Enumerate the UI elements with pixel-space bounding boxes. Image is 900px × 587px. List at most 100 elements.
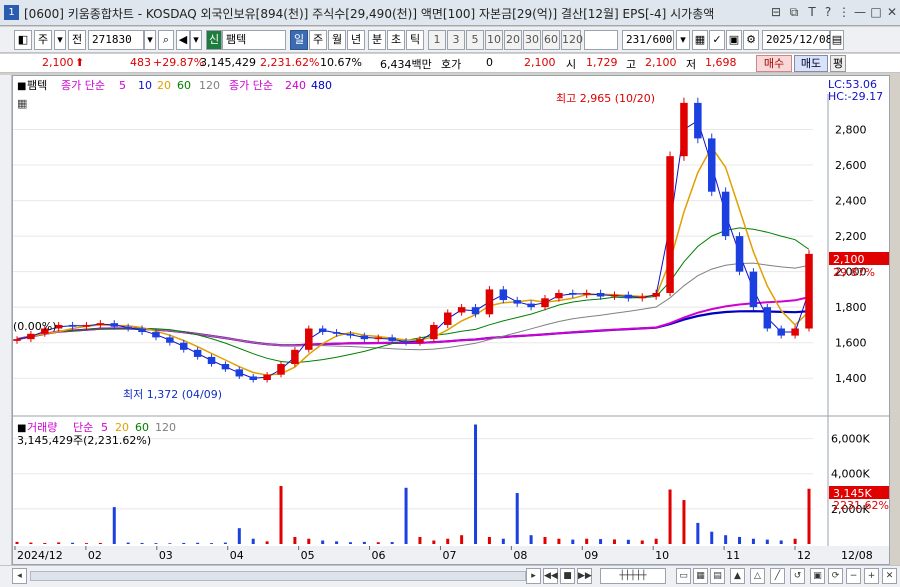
stock-code-input[interactable]: 271830 <box>88 30 144 50</box>
save-icon[interactable]: ▣ <box>726 30 742 50</box>
grid-button[interactable]: ▦ <box>693 568 708 584</box>
code-dropdown-icon[interactable]: ▾ <box>144 30 156 50</box>
minute-20-button[interactable]: 20 <box>504 30 522 50</box>
up-arrow-icon: ⬆ <box>75 56 85 69</box>
prev-button[interactable]: 전 <box>68 30 86 50</box>
rewind-button[interactable]: ◀◀ <box>543 568 558 584</box>
chart-type-button[interactable]: ▲ <box>730 568 745 584</box>
speaker-dropdown-icon[interactable]: ▾ <box>190 30 202 50</box>
more-icon[interactable]: ⋮ <box>836 4 852 20</box>
buy-button[interactable]: 매수 <box>756 55 792 72</box>
zoom-out-button[interactable]: − <box>846 568 861 584</box>
chevron-down-icon[interactable]: ▾ <box>54 30 66 50</box>
panel-button[interactable]: ▤ <box>710 568 725 584</box>
maximize-icon[interactable]: □ <box>868 4 884 20</box>
sell-button[interactable]: 매도 <box>794 55 828 72</box>
tools-icon[interactable]: ✓ <box>709 30 725 50</box>
title-bar: 1 [0600] 키움종합차트 - KOSDAQ 외국인보유[894(천)] 주… <box>0 0 900 26</box>
x-tick-label: 10 <box>655 549 669 562</box>
calendar-icon[interactable]: ▤ <box>830 30 844 50</box>
tab-tick[interactable]: 틱 <box>406 30 424 50</box>
ma120-period: 120 <box>199 79 220 92</box>
window-title: [0600] 키움종합차트 - KOSDAQ 외국인보유[894(천)] 주식수… <box>24 7 715 21</box>
scroll-left-button[interactable]: ◂ <box>12 568 27 584</box>
forward-button[interactable]: ▶▶ <box>577 568 592 584</box>
volume-bar <box>529 535 533 544</box>
close-icon[interactable]: ✕ <box>884 4 900 20</box>
reset-button[interactable]: ↺ <box>790 568 805 584</box>
zoom-slider[interactable]: ┼┼┼┼┼ <box>600 568 666 584</box>
zoom-reset-button[interactable]: ✕ <box>882 568 897 584</box>
volume-bar <box>265 541 269 544</box>
tab-day[interactable]: 일 <box>290 30 308 50</box>
search-icon[interactable]: ⌕ <box>158 30 174 50</box>
chart-svg[interactable]: ■ 팸텍 종가 단순 5 10 20 60 120 종가 단순 240 480 … <box>13 76 889 564</box>
custom-interval-input[interactable] <box>584 30 618 50</box>
minute-60-button[interactable]: 60 <box>542 30 560 50</box>
zoom-in-button[interactable]: + <box>864 568 879 584</box>
snapshot-button[interactable]: ▣ <box>810 568 825 584</box>
price-change: 483 <box>130 56 151 69</box>
grid-toggle-icon[interactable]: ▦ <box>17 97 27 110</box>
tab-month[interactable]: 월 <box>328 30 346 50</box>
minimize-icon[interactable]: — <box>852 4 868 20</box>
candle-body <box>666 156 674 293</box>
volume-bar <box>210 543 214 544</box>
volume-bar <box>724 535 728 544</box>
minute-5-button[interactable]: 5 <box>466 30 484 50</box>
link-icon[interactable]: ⧉ <box>786 4 802 20</box>
tab-second[interactable]: 초 <box>387 30 405 50</box>
minute-30-button[interactable]: 30 <box>523 30 541 50</box>
ma480-period: 480 <box>311 79 332 92</box>
price-pct-tag: 29.87% <box>833 266 875 279</box>
window-icon[interactable]: ⊟ <box>768 4 784 20</box>
gear-icon[interactable]: ⚙ <box>743 30 759 50</box>
refresh-button[interactable]: ⟳ <box>828 568 843 584</box>
chart-area[interactable]: ■ 팸텍 종가 단순 5 10 20 60 120 종가 단순 240 480 … <box>12 75 890 565</box>
flat-button[interactable]: 평 <box>830 55 846 72</box>
help-icon[interactable]: ? <box>820 4 836 20</box>
volume-bar <box>626 539 630 544</box>
stop-button[interactable]: ■ <box>560 568 575 584</box>
candle-body <box>582 292 591 295</box>
text-icon[interactable]: T <box>804 4 820 20</box>
count-dropdown-icon[interactable]: ▾ <box>676 30 690 50</box>
data-count-field[interactable]: 231/600 <box>622 30 674 50</box>
candle-body <box>499 289 508 301</box>
speaker-icon[interactable]: ◀ <box>176 30 190 50</box>
candle-body <box>179 342 188 350</box>
candle-body <box>416 339 424 343</box>
layout-icon[interactable]: ◧ <box>14 30 32 50</box>
scrollbar-track[interactable] <box>30 571 526 581</box>
minute-1-button[interactable]: 1 <box>428 30 446 50</box>
layout-button[interactable]: ▭ <box>676 568 691 584</box>
minute-3-button[interactable]: 3 <box>447 30 465 50</box>
low-annotation: 최저 1,372 (04/09) <box>123 388 222 401</box>
tab-minute[interactable]: 분 <box>368 30 386 50</box>
volume-bar <box>126 542 130 544</box>
period-type-button[interactable]: 주 <box>34 30 52 50</box>
trend-button[interactable]: ╱ <box>770 568 785 584</box>
volume-value: 3,145,429 <box>200 56 256 69</box>
grid-icon[interactable]: ▦ <box>692 30 708 50</box>
low-price: 1,698 <box>705 56 737 69</box>
tab-week[interactable]: 주 <box>309 30 327 50</box>
date-field[interactable]: 2025/12/08 <box>762 30 832 50</box>
volume-bar <box>251 538 255 544</box>
tab-year[interactable]: 년 <box>347 30 365 50</box>
minute-10-button[interactable]: 10 <box>485 30 503 50</box>
high-annotation: 최고 2,965 (10/20) <box>556 92 655 105</box>
volume-bar <box>98 542 102 544</box>
candle-body <box>638 296 647 299</box>
quote-price: 2,100 <box>524 56 556 69</box>
minute-120-button[interactable]: 120 <box>561 30 583 50</box>
candle-body <box>805 253 813 329</box>
draw-button[interactable]: △ <box>750 568 765 584</box>
candle-body <box>277 364 285 375</box>
price-legend-marker: ■ <box>17 81 26 92</box>
candle-body <box>27 333 35 340</box>
vol-ma20-period: 20 <box>115 421 129 434</box>
candle-body <box>707 138 716 192</box>
scroll-right-button[interactable]: ▸ <box>526 568 541 584</box>
market-tag: 신 <box>206 30 222 50</box>
